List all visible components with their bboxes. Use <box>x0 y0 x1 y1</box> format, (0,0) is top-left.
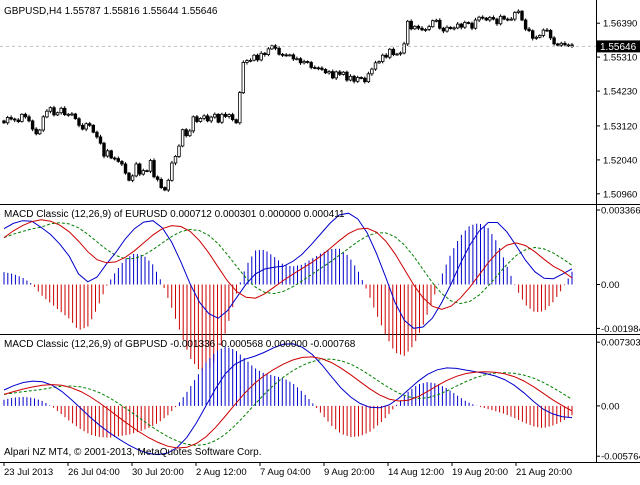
candle <box>402 41 406 55</box>
macd-tick-label: -0.005764 <box>601 452 640 463</box>
candle <box>41 115 45 132</box>
candle <box>234 118 238 124</box>
price-tick-label: 1.50960 <box>603 189 637 200</box>
candle <box>166 178 170 192</box>
candle <box>123 162 128 175</box>
candle <box>216 113 220 124</box>
price-tick-label: 1.53120 <box>603 121 637 132</box>
candle <box>252 54 256 62</box>
candle <box>502 15 506 21</box>
candle <box>184 128 188 138</box>
candle <box>198 117 203 123</box>
candle <box>91 124 95 134</box>
time-tick-label: 21 Aug 20:00 <box>516 467 572 478</box>
chart-canvas[interactable]: GBPUSD,H4 1.55787 1.55816 1.55644 1.5564… <box>0 0 640 480</box>
main-chart-header: GBPUSD,H4 1.55787 1.55816 1.55644 1.5564… <box>4 6 218 17</box>
candle <box>137 162 142 177</box>
candle <box>388 47 392 60</box>
candle <box>498 14 503 26</box>
macd-tick-label: 0.00 <box>601 401 620 412</box>
candle <box>270 44 274 50</box>
candle <box>238 91 242 125</box>
candle <box>241 60 245 94</box>
candle <box>30 119 35 132</box>
time-tick-label: 7 Aug 04:00 <box>260 467 311 478</box>
price-tick-label: 1.56390 <box>603 19 637 30</box>
candle <box>220 112 224 124</box>
time-tick-label: 26 Jul 04:00 <box>68 467 120 478</box>
candle <box>180 128 185 148</box>
macd-eurusd-header: MACD Classic (12,26,9) of EURUSD 0.00071… <box>4 209 345 220</box>
candle <box>102 141 106 159</box>
candle <box>523 18 528 31</box>
time-tick-label: 23 Jul 2013 <box>4 467 53 478</box>
macd-tick-label: 0.00 <box>601 280 620 291</box>
candle <box>345 70 349 82</box>
copyright-notice: Alpari NZ MT4, © 2001-2013, MetaQuotes S… <box>4 447 261 458</box>
candle <box>430 19 435 28</box>
candle <box>413 25 417 30</box>
current-price-value: 1.55646 <box>600 42 637 53</box>
candle <box>170 160 174 182</box>
current-price-tag: 1.55646 <box>597 40 640 53</box>
macd-gbpusd-header: MACD Classic (12,26,9) of GBPUSD -0.0013… <box>4 339 356 350</box>
mt4-chart-window[interactable]: GBPUSD,H4 1.55787 1.55816 1.55644 1.5564… <box>0 0 640 480</box>
time-tick-label: 19 Aug 20:00 <box>452 467 508 478</box>
candle <box>177 144 181 158</box>
candle <box>409 19 413 31</box>
macd-tick-label: -0.001984 <box>601 324 640 335</box>
time-tick-label: 14 Aug 12:00 <box>388 467 444 478</box>
candle <box>73 112 78 120</box>
candle <box>520 10 524 22</box>
candle <box>38 128 42 135</box>
candle <box>159 177 163 190</box>
candle <box>191 115 195 134</box>
candle <box>552 36 556 46</box>
time-tick-label: 9 Aug 20:00 <box>324 467 375 478</box>
price-tick-label: 1.55310 <box>603 53 637 64</box>
candle <box>405 19 410 46</box>
price-tick-label: 1.52040 <box>603 155 637 166</box>
candle <box>109 149 113 160</box>
candle <box>127 172 131 182</box>
candle <box>52 105 56 117</box>
time-tick-label: 2 Aug 12:00 <box>196 467 247 478</box>
time-tick-label: 30 Jul 20:00 <box>132 467 184 478</box>
candle <box>134 161 138 178</box>
macd-tick-label: 0.003366 <box>601 206 640 217</box>
candle <box>148 158 153 174</box>
candle <box>20 113 24 123</box>
candle <box>152 158 156 179</box>
price-tick-label: 1.54230 <box>603 87 637 98</box>
candle <box>438 18 442 30</box>
macd-tick-label: 0.007303 <box>601 338 640 349</box>
candle <box>323 68 328 74</box>
candle <box>77 117 81 128</box>
candle <box>473 17 478 30</box>
